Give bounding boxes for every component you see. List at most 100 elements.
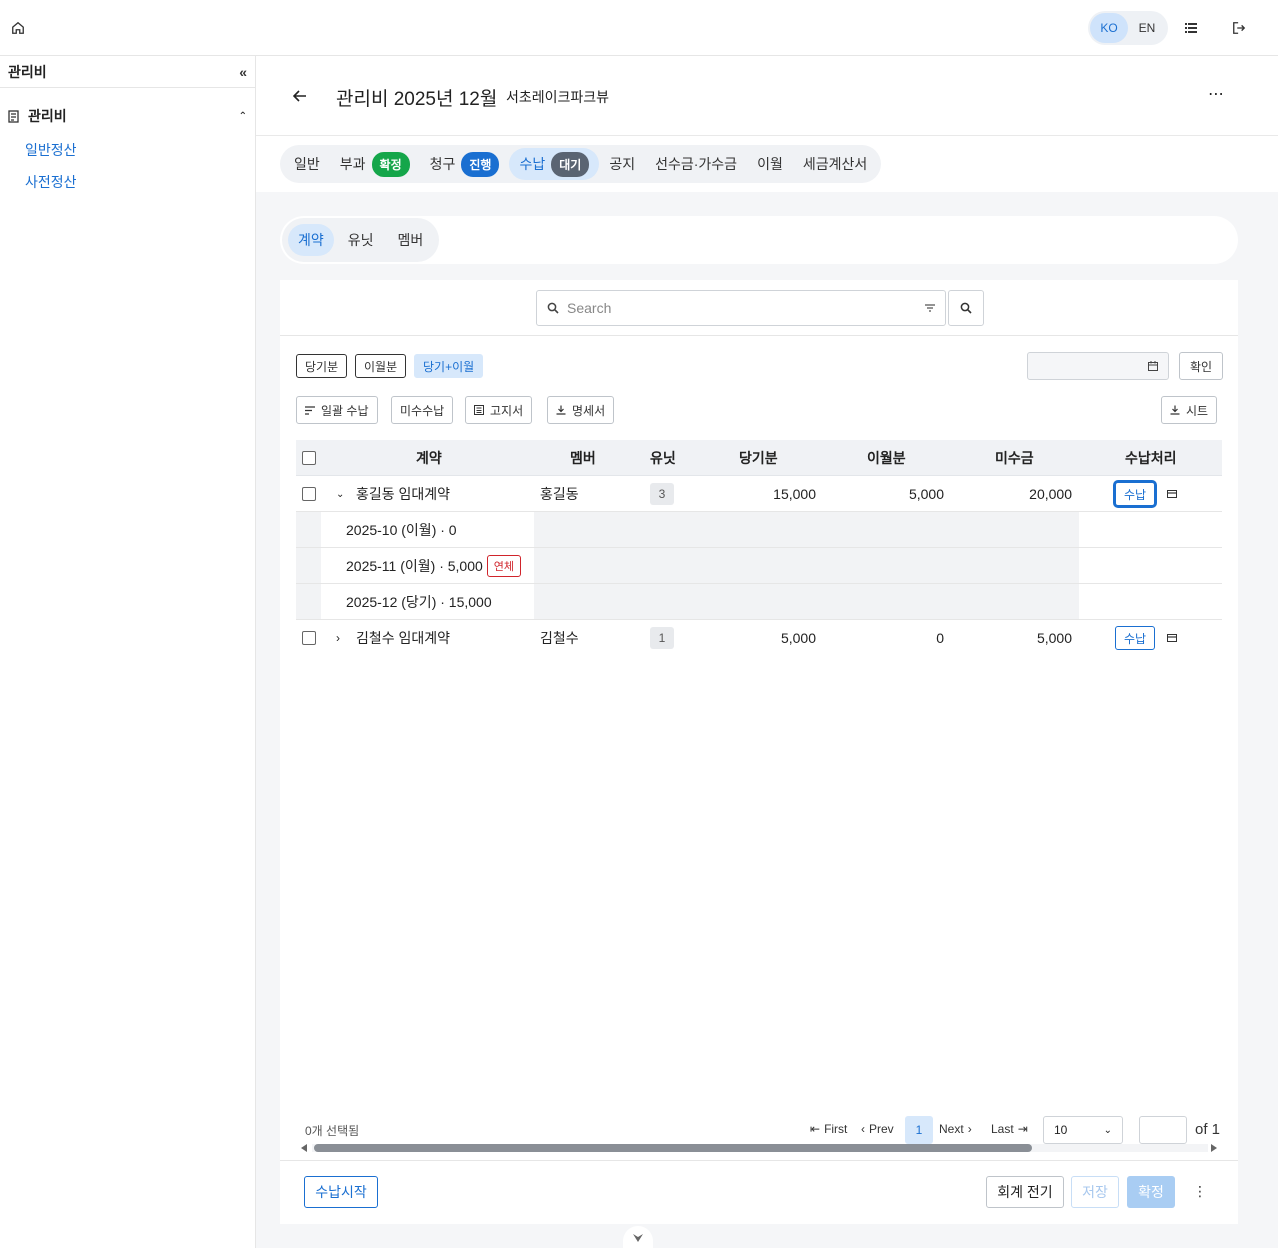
chevron-left-icon: ‹ [861, 1122, 865, 1136]
lang-en-button[interactable]: EN [1128, 13, 1166, 43]
search-button[interactable] [948, 290, 984, 326]
tab-carryover[interactable]: 이월 [747, 148, 793, 180]
unit-cell: 3 [650, 476, 674, 512]
more-horizontal-icon[interactable]: ⋯ [1208, 84, 1225, 104]
row-checkbox[interactable] [302, 631, 316, 645]
next-page-button[interactable]: Next › [939, 1122, 972, 1136]
scroll-right-icon[interactable] [1210, 1144, 1218, 1152]
column-header[interactable]: 유닛 [650, 440, 676, 476]
expand-handle[interactable] [623, 1226, 653, 1248]
sidebar-item-general[interactable]: 일반정산 [0, 134, 255, 166]
button-label: 시트 [1186, 403, 1209, 418]
scroll-left-icon[interactable] [300, 1144, 308, 1152]
sidebar-item-prepay[interactable]: 사전정산 [0, 166, 255, 198]
unit-badge: 1 [650, 627, 674, 649]
sheet-button[interactable]: 시트 [1161, 396, 1218, 424]
page-number-button[interactable]: 1 [905, 1116, 933, 1144]
subtabs: 계약 유닛 멤버 [282, 218, 440, 262]
detail-row: 2025-10 (이월) · 0 [296, 512, 1222, 548]
sidebar-header: 관리비 « [0, 56, 255, 88]
sidebar-title: 관리비 [8, 63, 47, 80]
statement-button[interactable]: 명세서 [547, 396, 615, 424]
tab-label: 청구 [429, 156, 456, 172]
chevron-down-icon[interactable]: ⌄ [336, 476, 344, 512]
more-vertical-icon[interactable]: ⋮ [1193, 1183, 1207, 1200]
finalize-button[interactable]: 확정 [1127, 1176, 1175, 1208]
tab-billing[interactable]: 청구 진행 [420, 148, 510, 180]
indent [296, 548, 321, 583]
filter-carried-button[interactable]: 이월분 [355, 354, 407, 378]
lang-ko-button[interactable]: KO [1090, 13, 1128, 43]
detail-fill [534, 512, 1079, 547]
tab-label: 세금계산서 [802, 156, 868, 172]
home-icon[interactable] [4, 14, 32, 42]
search-input[interactable] [567, 300, 917, 316]
tab-advance[interactable]: 선수금·가수금 [645, 148, 747, 180]
first-page-button[interactable]: ⇤ First [810, 1122, 847, 1136]
detail-fill [534, 584, 1079, 619]
filter-icon[interactable] [925, 304, 935, 312]
member-cell: 홍길동 [540, 486, 579, 502]
filter-both-button[interactable]: 당기+이월 [414, 354, 484, 378]
tab-collection[interactable]: 수납 대기 [509, 148, 600, 180]
subtab-contract[interactable]: 계약 [288, 224, 334, 256]
row-checkbox[interactable] [302, 487, 316, 501]
tab-charge[interactable]: 부과 확정 [330, 148, 420, 180]
sidebar-group-label: 관리비 [28, 108, 67, 124]
unpaid-pay-button[interactable]: 미수수납 [391, 396, 454, 424]
page-size-select[interactable]: 10 ⌄ [1043, 1116, 1123, 1144]
button-label: 명세서 [572, 403, 606, 418]
logout-icon[interactable] [1225, 14, 1253, 42]
select-all-checkbox[interactable] [302, 451, 316, 465]
card-icon[interactable] [1167, 620, 1177, 656]
status-badge: 진행 [461, 151, 500, 177]
member-cell: 김철수 [540, 630, 579, 646]
subtab-unit[interactable]: 유닛 [338, 224, 384, 256]
column-header[interactable]: 수납처리 [1125, 440, 1177, 476]
status-badge: 확정 [371, 151, 410, 177]
column-header[interactable]: 멤버 [570, 440, 596, 476]
column-header[interactable]: 계약 [416, 440, 442, 476]
prev-page-button[interactable]: ‹ Prev [861, 1122, 894, 1136]
table-row[interactable]: › 김철수 임대계약 김철수 1 5,000 0 5,000 수납 [296, 620, 1222, 656]
subtab-member[interactable]: 멤버 [388, 224, 434, 256]
pay-button[interactable]: 수납 [1115, 626, 1155, 650]
bulk-pay-button[interactable]: 일괄 수납 [296, 396, 378, 424]
list-icon[interactable] [1177, 14, 1205, 42]
filter-current-button[interactable]: 당기분 [296, 354, 348, 378]
save-button[interactable]: 저장 [1071, 1176, 1119, 1208]
pager-label: Next [939, 1122, 964, 1136]
tab-notice[interactable]: 공지 [599, 148, 645, 180]
confirm-button[interactable]: 확인 [1179, 352, 1223, 380]
chevron-down-icon [633, 1234, 643, 1242]
detail-row: 2025-11 (이월) · 5,000 연체 [296, 548, 1222, 584]
back-arrow-icon[interactable] [286, 82, 314, 110]
chevron-up-icon: ⌃ [238, 110, 247, 122]
column-header[interactable]: 이월분 [867, 440, 906, 476]
detail-cell: 2025-11 (이월) · 5,000 연체 [346, 548, 522, 584]
date-picker[interactable] [1027, 352, 1169, 380]
start-collection-button[interactable]: 수납시작 [304, 1176, 378, 1208]
page-size-value: 10 [1054, 1123, 1068, 1137]
column-header[interactable]: 당기분 [739, 440, 778, 476]
pay-button[interactable]: 수납 [1115, 482, 1155, 506]
accounting-post-button[interactable]: 회계 전기 [986, 1176, 1064, 1208]
total-pages: of 1 [1195, 1121, 1221, 1138]
content-panel: 당기분 이월분 당기+이월 확인 일괄 수납 미수수납 고지서 명세서 시트 계… [280, 280, 1238, 1224]
selected-count: 0개 선택됨 [305, 1124, 360, 1138]
tab-general[interactable]: 일반 [284, 148, 330, 180]
chevron-right-icon[interactable]: › [336, 620, 340, 656]
collapse-sidebar-icon[interactable]: « [239, 64, 247, 80]
current-cell: 15,000 [773, 486, 816, 502]
table-row[interactable]: ⌄ 홍길동 임대계약 홍길동 3 15,000 5,000 20,000 수납 [296, 476, 1222, 512]
last-page-button[interactable]: Last ⇥ [991, 1122, 1028, 1136]
tab-tax-invoice[interactable]: 세금계산서 [793, 148, 877, 180]
button-label: 일괄 수납 [321, 403, 369, 418]
card-icon[interactable] [1167, 476, 1177, 512]
scrollbar-thumb[interactable] [314, 1144, 1032, 1152]
tab-label: 수납 [519, 156, 546, 172]
page-jump-input[interactable] [1139, 1116, 1187, 1144]
notice-button[interactable]: 고지서 [465, 396, 533, 424]
sidebar-group[interactable]: 관리비 ⌃ [0, 104, 255, 128]
column-header[interactable]: 미수금 [995, 440, 1034, 476]
